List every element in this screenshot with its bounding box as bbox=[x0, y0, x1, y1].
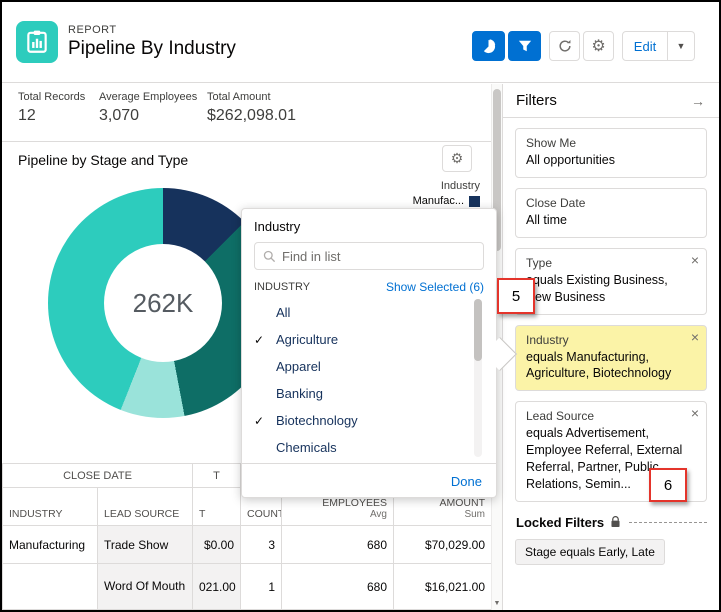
edit-button-group: Edit ▼ bbox=[622, 31, 695, 61]
col-header-industry: INDUSTRY bbox=[2, 487, 98, 526]
popup-list-header: INDUSTRY bbox=[254, 281, 311, 293]
refresh-icon bbox=[558, 40, 571, 52]
list-item-banking[interactable]: Banking bbox=[254, 380, 470, 407]
locked-filters-section: Locked Filters bbox=[503, 502, 719, 539]
cell-amount: $70,029.00 bbox=[393, 525, 492, 564]
donut-chart-icon bbox=[483, 38, 496, 53]
filter-card-close-date[interactable]: Close Date All time bbox=[515, 187, 707, 238]
search-input[interactable] bbox=[282, 248, 475, 264]
locked-filter-pill[interactable]: Stage equals Early, Late bbox=[515, 538, 665, 565]
caret-down-icon: ▼ bbox=[493, 599, 501, 607]
stat-value: $262,098.01 bbox=[207, 107, 296, 124]
cell-industry bbox=[2, 563, 98, 610]
done-button[interactable]: Done bbox=[451, 474, 482, 489]
group-header-total: T bbox=[192, 463, 241, 488]
search-icon bbox=[263, 250, 276, 262]
report-eyebrow: REPORT bbox=[68, 24, 117, 36]
filter-card-industry[interactable]: × Industry equals Manufacturing, Agricul… bbox=[515, 324, 707, 392]
col-header-lead-source: LEAD SOURCE bbox=[97, 487, 193, 526]
popup-title: Industry bbox=[254, 219, 301, 234]
stat-label: Total Records bbox=[18, 91, 86, 103]
popup-option-list: All ✓ Agriculture Apparel Banking ✓ Biot… bbox=[254, 299, 484, 459]
cell-count: 3 bbox=[240, 525, 282, 564]
stat-total-amount: Total Amount $262,098.01 bbox=[207, 91, 296, 125]
chevron-down-icon: ▼ bbox=[676, 41, 686, 51]
funnel-icon bbox=[518, 40, 531, 52]
chart-toggle-button[interactable] bbox=[472, 31, 505, 61]
list-item-biotechnology[interactable]: ✓ Biotechnology bbox=[254, 407, 470, 434]
chart-legend-title: Industry bbox=[440, 180, 480, 192]
check-icon: ✓ bbox=[254, 332, 265, 347]
stats-divider bbox=[2, 141, 491, 142]
filter-card-type[interactable]: × Type equals Existing Business, New Bus… bbox=[515, 247, 707, 315]
locked-divider bbox=[629, 521, 707, 523]
cell-employees: 680 bbox=[281, 563, 394, 610]
filters-panel: Filters → Show Me All opportunities Clos… bbox=[502, 84, 719, 610]
industry-filter-popup: Industry INDUSTRY Show Selected (6) All … bbox=[241, 208, 497, 498]
popup-scrollbar-thumb[interactable] bbox=[474, 299, 482, 361]
list-item-agriculture[interactable]: ✓ Agriculture bbox=[254, 326, 470, 353]
legend-label: Manufac... bbox=[412, 195, 464, 207]
lock-icon bbox=[610, 516, 621, 528]
list-item-all[interactable]: All bbox=[254, 299, 470, 326]
stat-label: Total Amount bbox=[207, 91, 271, 103]
stat-value: 12 bbox=[18, 107, 36, 124]
stat-total-records: Total Records 12 bbox=[18, 91, 85, 125]
cell-t: 021.00 bbox=[192, 563, 241, 610]
gear-icon: ⚙ bbox=[591, 38, 606, 55]
refresh-button[interactable] bbox=[549, 31, 580, 61]
group-header-close-date: CLOSE DATE bbox=[2, 463, 193, 488]
remove-filter-icon[interactable]: × bbox=[691, 405, 699, 421]
page-title: Pipeline By Industry bbox=[68, 38, 236, 59]
donut-total-label: 262K bbox=[132, 287, 194, 318]
cell-lead-source: Trade Show bbox=[97, 525, 193, 564]
stat-value: 3,070 bbox=[99, 107, 140, 124]
chart-legend-entry: Manufac... bbox=[362, 195, 480, 207]
filter-toggle-button[interactable] bbox=[508, 31, 541, 61]
annotation-box-6: 6 bbox=[649, 468, 687, 502]
cell-count: 1 bbox=[240, 563, 282, 610]
cell-lead-source: Word Of Mouth bbox=[97, 563, 193, 610]
col-header-t: T bbox=[192, 487, 241, 526]
cell-t: $0.00 bbox=[192, 525, 241, 564]
legend-swatch bbox=[469, 195, 480, 207]
report-header: REPORT Pipeline By Industry ⚙ Edit ▼ bbox=[2, 2, 719, 83]
locked-filters-title: Locked Filters bbox=[516, 514, 605, 530]
header-actions: ⚙ Edit ▼ bbox=[472, 31, 695, 61]
check-icon: ✓ bbox=[254, 413, 265, 428]
gear-icon: ⚙ bbox=[450, 150, 464, 166]
scroll-down-button[interactable]: ▼ bbox=[492, 597, 502, 609]
app-window: REPORT Pipeline By Industry ⚙ Edit ▼ Tot… bbox=[0, 0, 721, 612]
remove-filter-icon[interactable]: × bbox=[691, 329, 699, 345]
list-item-apparel[interactable]: Apparel bbox=[254, 353, 470, 380]
list-item-chemicals[interactable]: Chemicals bbox=[254, 434, 470, 459]
stat-average-employees: Average Employees 3,070 bbox=[99, 91, 197, 125]
filters-panel-title: Filters bbox=[516, 92, 557, 109]
table-row: Manufacturing Trade Show $0.00 3 680 $70… bbox=[2, 525, 492, 564]
donut-center: 262K bbox=[104, 244, 222, 362]
collapse-panel-arrow-icon[interactable]: → bbox=[691, 93, 705, 109]
popup-search-box bbox=[254, 242, 484, 270]
annotation-box-5: 5 bbox=[497, 278, 535, 314]
table-row: Word Of Mouth 021.00 1 680 $16,021.00 bbox=[2, 563, 492, 610]
chart-title: Pipeline by Stage and Type bbox=[18, 152, 189, 168]
filter-card-show-me[interactable]: Show Me All opportunities bbox=[515, 128, 707, 178]
edit-dropdown-button[interactable]: ▼ bbox=[668, 31, 695, 61]
chart-settings-button[interactable]: ⚙ bbox=[442, 145, 472, 172]
report-icon bbox=[16, 21, 58, 63]
report-glyph-icon bbox=[27, 30, 47, 53]
cell-amount: $16,021.00 bbox=[393, 563, 492, 610]
cell-industry: Manufacturing bbox=[2, 525, 98, 564]
cell-employees: 680 bbox=[281, 525, 394, 564]
edit-button[interactable]: Edit bbox=[622, 31, 668, 61]
show-selected-link[interactable]: Show Selected (6) bbox=[386, 280, 484, 294]
settings-button[interactable]: ⚙ bbox=[583, 31, 614, 61]
popup-scrollbar[interactable] bbox=[474, 299, 482, 457]
remove-filter-icon[interactable]: × bbox=[691, 252, 699, 268]
stat-label: Average Employees bbox=[99, 91, 198, 103]
